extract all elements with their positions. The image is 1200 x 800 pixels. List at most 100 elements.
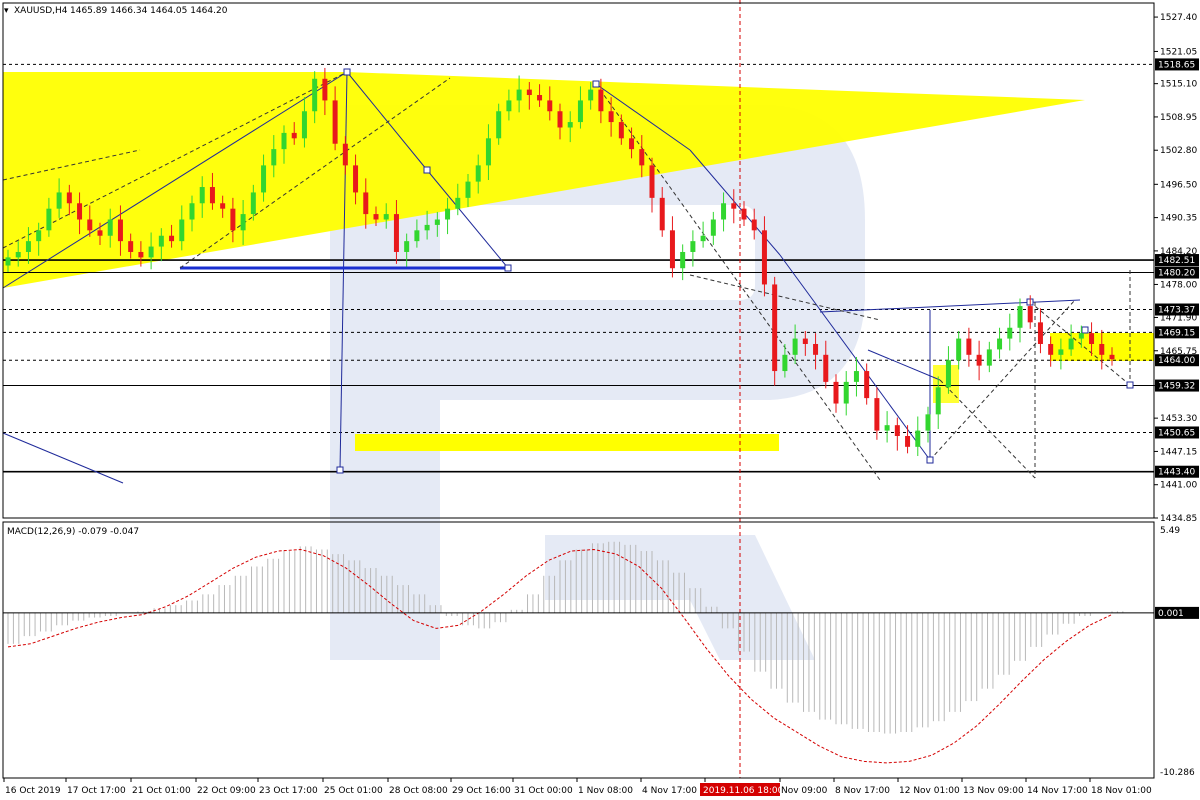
candle-body: [864, 371, 870, 399]
candle-body: [506, 100, 512, 112]
time-tick-label: Nov 09:00: [781, 786, 828, 796]
price-tick-label: 1453.30: [1160, 414, 1197, 424]
price-tick-label: 1515.10: [1160, 80, 1197, 90]
level-label: 1443.40: [1158, 468, 1195, 478]
candle-body: [1109, 354, 1115, 360]
candle-body: [373, 214, 379, 220]
candle-body: [220, 203, 226, 209]
candle-body: [1017, 306, 1023, 328]
candle-body: [690, 241, 696, 252]
anchor-point-5: [926, 456, 934, 464]
dropdown-arrow-icon[interactable]: ▾: [4, 6, 9, 16]
candle-body: [833, 381, 839, 404]
candle-body: [557, 111, 563, 128]
time-axis: 16 Oct 2019 17 Oct 17:00 21 Oct 01:00 22 Oc…: [3, 778, 1152, 796]
time-tick-label: 12 Nov 01:00: [899, 786, 960, 796]
level-label: 1482.51: [1158, 256, 1195, 266]
candle-body: [1089, 333, 1095, 344]
time-tick-label: 21 Oct 01:00: [132, 786, 191, 796]
macd-header: MACD(12,26,9) -0.079 -0.047: [7, 527, 139, 537]
candle-body: [1037, 322, 1043, 344]
candle-body: [751, 219, 757, 231]
level-label: 1459.32: [1158, 382, 1195, 392]
candle-body: [731, 203, 737, 209]
candle-body: [588, 89, 594, 101]
time-tick-label: 1 Nov 08:00: [578, 786, 633, 796]
candle-body: [261, 165, 267, 193]
candle-body: [445, 208, 451, 220]
anchor-point-0: [343, 68, 351, 76]
candle-body: [853, 371, 859, 382]
candle-body: [281, 132, 287, 150]
price-tick-label: 1527.40: [1160, 13, 1197, 23]
time-tick-label: 8 Nov 17:00: [835, 786, 890, 796]
anchor-point-7: [1081, 326, 1089, 334]
candle-body: [5, 257, 11, 266]
yellow-zone-bottom: [355, 434, 779, 451]
symbol-label: XAUUSD,H4: [14, 6, 68, 16]
candle-body: [1027, 306, 1033, 323]
candle-body: [925, 414, 931, 431]
candle-body: [209, 187, 215, 204]
time-tick-label: 22 Oct 09:00: [197, 786, 256, 796]
time-tick-label: 25 Oct 01:00: [324, 786, 383, 796]
anchor-point-1: [592, 80, 600, 88]
candle-body: [516, 89, 522, 101]
candle-body: [322, 78, 328, 101]
candle-body: [884, 425, 890, 431]
price-tick-label: 1441.00: [1160, 481, 1197, 491]
candle-body: [158, 235, 164, 247]
candle-body: [485, 138, 491, 166]
candle-body: [169, 235, 175, 242]
time-tick-label: 16 Oct 2019: [5, 786, 61, 796]
ohlc-values: 1465.89 1466.34 1464.05 1464.20: [70, 6, 228, 16]
candle-body: [353, 165, 359, 193]
price-tick-label: 1502.80: [1160, 146, 1197, 156]
candle-body: [618, 122, 624, 139]
time-tick-label: 17 Oct 17:00: [67, 786, 126, 796]
candle-body: [966, 338, 972, 355]
candle-body: [36, 230, 42, 242]
macd-tick-label: 0.001: [1158, 609, 1184, 619]
candle-body: [15, 251, 21, 258]
level-label: 1518.65: [1158, 60, 1195, 70]
level-label: 1469.15: [1158, 328, 1195, 338]
candle-body: [997, 338, 1003, 350]
price-tick-label: 1478.00: [1160, 280, 1197, 290]
candle-body: [312, 78, 318, 112]
candle-body: [199, 187, 205, 204]
candle-body: [250, 192, 256, 215]
level-label: 1480.20: [1158, 269, 1195, 279]
candle-body: [332, 100, 338, 144]
time-tick-label: 13 Nov 09:00: [963, 786, 1024, 796]
price-tick-label: 1508.95: [1160, 113, 1197, 123]
xauusd-chart[interactable]: 1527.40 1521.05 1515.10 1508.95 1502.80 1496.…: [0, 0, 1200, 800]
candle-body: [935, 387, 941, 415]
time-tick-label: 23 Oct 17:00: [259, 786, 318, 796]
candle-body: [629, 138, 635, 150]
level-label: 1450.65: [1158, 428, 1195, 438]
candle-body: [496, 111, 502, 139]
candle-body: [915, 430, 921, 447]
candle-body: [639, 149, 645, 166]
candle-body: [1099, 343, 1105, 355]
candle-body: [455, 197, 461, 209]
candle-body: [577, 100, 583, 123]
candle-body: [1048, 343, 1054, 355]
candle-body: [66, 192, 72, 204]
time-tick-label: 18 Nov 01:00: [1091, 786, 1152, 796]
candle-body: [148, 246, 154, 258]
candle-body: [291, 132, 297, 139]
candle-body: [956, 338, 962, 361]
candle-body: [741, 208, 747, 220]
candle-body: [465, 181, 471, 198]
candle-body: [1007, 327, 1013, 339]
candle-body: [424, 224, 430, 231]
time-highlight-label: 2019.11.06 18:00: [703, 786, 784, 796]
candle-body: [772, 284, 778, 372]
candle-body: [383, 214, 389, 220]
candle-body: [669, 230, 675, 269]
candle-body: [97, 230, 103, 236]
candle-body: [25, 241, 31, 252]
candle-body: [680, 251, 686, 269]
